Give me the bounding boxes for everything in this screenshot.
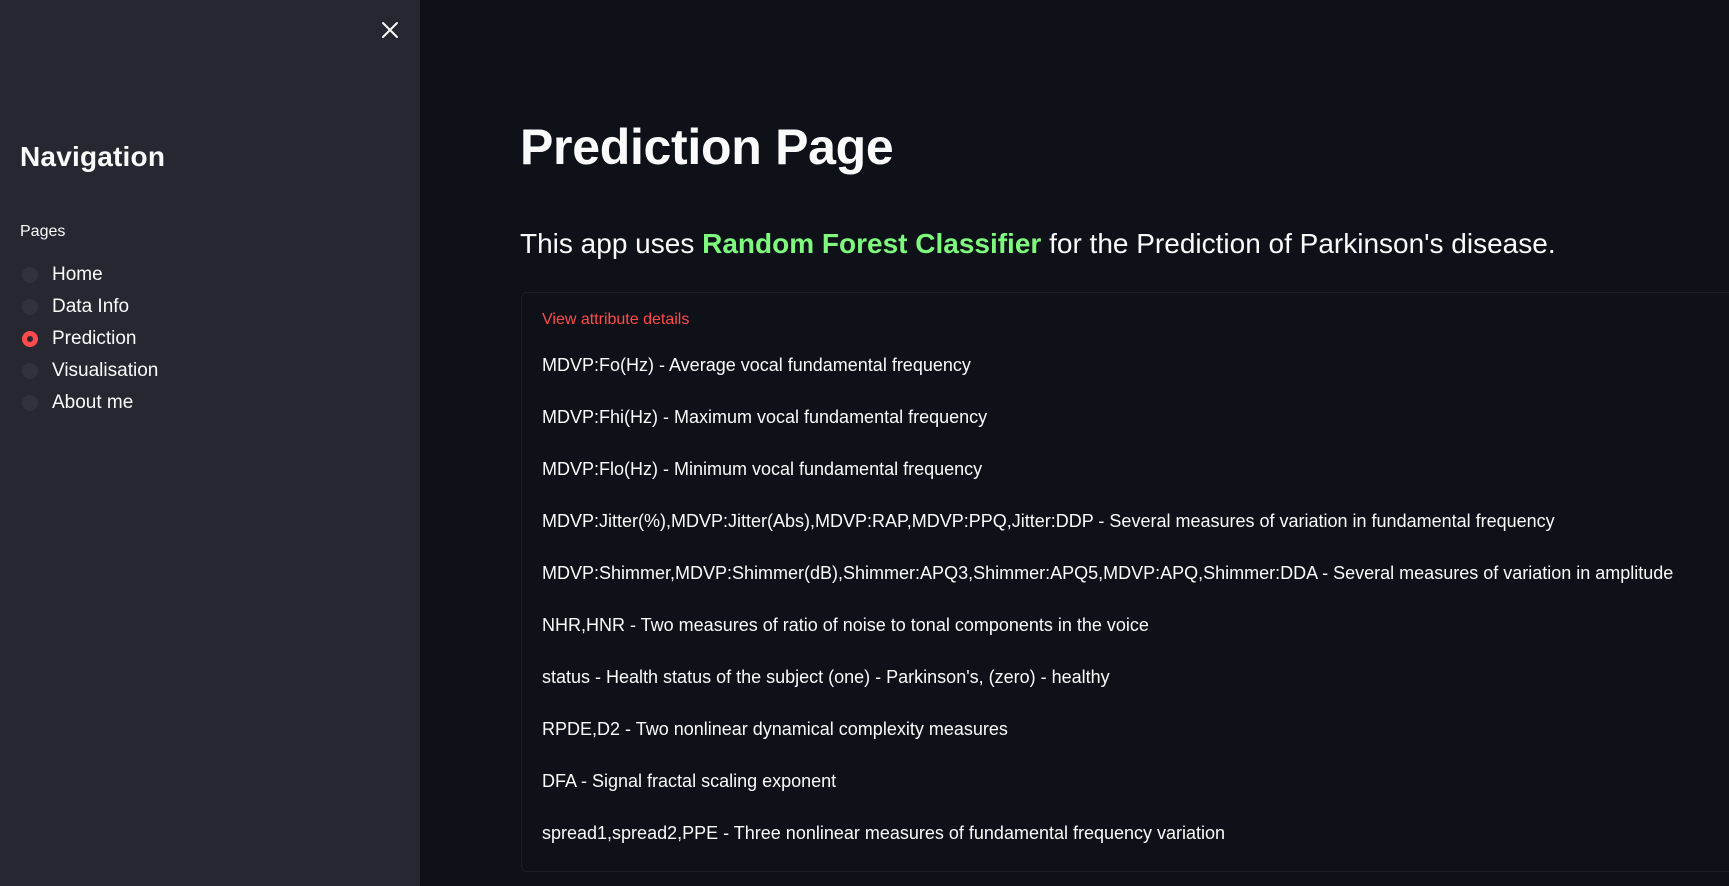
- close-icon: [382, 22, 398, 38]
- close-sidebar-button[interactable]: [376, 16, 404, 44]
- attribute-item: MDVP:Fo(Hz) - Average vocal fundamental …: [542, 355, 971, 375]
- model-name-highlight: Random Forest Classifier: [702, 228, 1042, 259]
- expander-toggle[interactable]: View attribute details: [542, 311, 689, 329]
- pages-radio-group: Home Data Info Prediction Visualisation …: [22, 259, 158, 419]
- attribute-item: MDVP:Shimmer,MDVP:Shimmer(dB),Shimmer:AP…: [542, 563, 1674, 583]
- radio-option-visualisation[interactable]: Visualisation: [22, 355, 158, 387]
- attribute-item: status - Health status of the subject (o…: [542, 667, 1110, 687]
- radio-option-data-info[interactable]: Data Info: [22, 291, 158, 323]
- app-root: Navigation Pages Home Data Info Predicti…: [0, 0, 1729, 886]
- radio-button[interactable]: [22, 267, 38, 283]
- radio-option-label: Home: [52, 264, 103, 285]
- radio-option-label: Prediction: [52, 328, 137, 349]
- attribute-details-expander: View attribute details MDVP:Fo(Hz) - Ave…: [521, 292, 1729, 872]
- sidebar: Navigation Pages Home Data Info Predicti…: [0, 0, 420, 886]
- radio-button[interactable]: [22, 363, 38, 379]
- radio-option-about-me[interactable]: About me: [22, 387, 158, 419]
- main-content: Prediction Page This app uses Random For…: [420, 0, 1729, 886]
- radio-button[interactable]: [22, 395, 38, 411]
- page-title: Prediction Page: [520, 119, 894, 175]
- pages-radio-label: Pages: [20, 223, 66, 240]
- radio-button-selected[interactable]: [22, 331, 38, 347]
- attribute-item: MDVP:Jitter(%),MDVP:Jitter(Abs),MDVP:RAP…: [542, 511, 1555, 531]
- attribute-list: MDVP:Fo(Hz) - Average vocal fundamental …: [542, 353, 1673, 873]
- attribute-item: MDVP:Fhi(Hz) - Maximum vocal fundamental…: [542, 407, 988, 427]
- attribute-item: spread1,spread2,PPE - Three nonlinear me…: [542, 823, 1226, 843]
- radio-option-label: Visualisation: [52, 360, 159, 381]
- radio-button[interactable]: [22, 299, 38, 315]
- sidebar-title: Navigation: [20, 141, 166, 172]
- intro-text: This app uses Random Forest Classifier f…: [520, 228, 1556, 260]
- attribute-item: MDVP:Flo(Hz) - Minimum vocal fundamental…: [542, 459, 983, 479]
- attribute-item: DFA - Signal fractal scaling exponent: [542, 771, 837, 791]
- intro-text-start: This app uses: [520, 228, 703, 259]
- radio-option-label: About me: [52, 392, 134, 413]
- attribute-item: NHR,HNR - Two measures of ratio of noise…: [542, 615, 1149, 635]
- radio-option-home[interactable]: Home: [22, 259, 158, 291]
- radio-option-label: Data Info: [52, 296, 130, 317]
- intro-text-end: for the Prediction of Parkinson's diseas…: [1041, 228, 1556, 259]
- radio-option-prediction[interactable]: Prediction: [22, 323, 158, 355]
- attribute-item: RPDE,D2 - Two nonlinear dynamical comple…: [542, 719, 1008, 739]
